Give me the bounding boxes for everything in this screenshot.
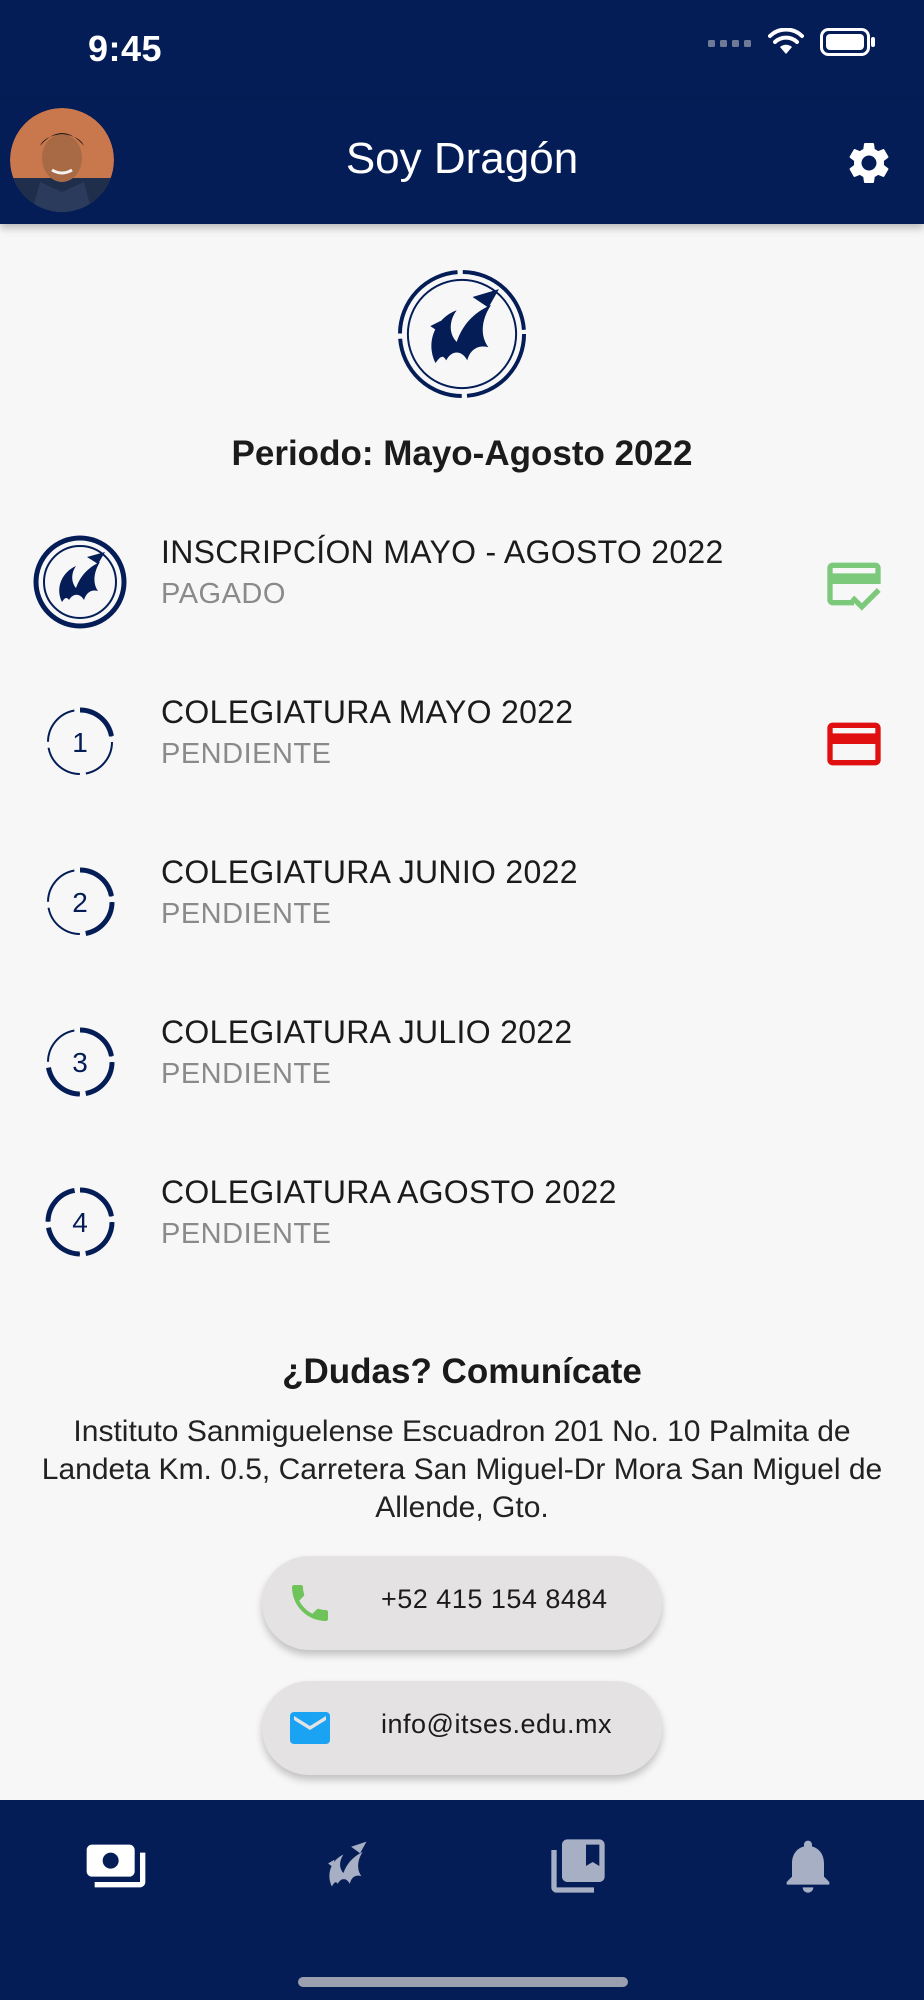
step-4-icon: 4 xyxy=(45,1187,115,1257)
payment-lead: 2 xyxy=(30,852,130,952)
payment-item-junio[interactable]: 2 COLEGIATURA JUNIO 2022 PENDIENTE xyxy=(0,832,924,972)
step-3-icon: 3 xyxy=(45,1027,115,1097)
payment-lead: 4 xyxy=(30,1172,130,1272)
battery-icon xyxy=(820,28,875,56)
payment-status: PAGADO xyxy=(161,578,286,610)
payment-status: PENDIENTE xyxy=(161,738,332,770)
card-check-icon xyxy=(827,562,881,611)
payment-title: COLEGIATURA AGOSTO 2022 xyxy=(161,1174,617,1210)
payment-lead xyxy=(30,532,130,632)
email-button[interactable]: info@itses.edu.mx xyxy=(262,1681,662,1775)
step-number: 1 xyxy=(72,727,88,758)
signal-icon xyxy=(708,40,751,47)
dragon-icon xyxy=(328,1841,367,1887)
period-label: Periodo: Mayo-Agosto 2022 xyxy=(231,434,693,473)
payment-lead: 3 xyxy=(30,1012,130,1112)
status-bar: 9:45 xyxy=(0,0,924,100)
nav-dragon[interactable] xyxy=(314,1834,378,1898)
app-title: Soy Dragón xyxy=(345,134,579,183)
payments-icon xyxy=(86,1844,146,1888)
email-address: info@itses.edu.mx xyxy=(381,1709,612,1739)
payment-trail xyxy=(822,552,886,616)
gear-icon xyxy=(849,142,889,183)
school-logo xyxy=(396,268,528,400)
payment-item-agosto[interactable]: 4 COLEGIATURA AGOSTO 2022 PENDIENTE xyxy=(0,1152,924,1292)
settings-button[interactable] xyxy=(844,138,894,188)
bell-icon xyxy=(786,1840,830,1893)
nav-notifications[interactable] xyxy=(776,1834,840,1898)
phone-button[interactable]: +52 415 154 8484 xyxy=(262,1556,662,1650)
phone-number: +52 415 154 8484 xyxy=(381,1584,608,1614)
status-icons xyxy=(708,28,876,56)
contact-title: ¿Dudas? Comunícate xyxy=(282,1352,642,1391)
payment-status: PENDIENTE xyxy=(161,898,332,930)
payment-item-mayo[interactable]: 1 COLEGIATURA MAYO 2022 PENDIENTE xyxy=(0,672,924,812)
app-bar: Soy Dragón xyxy=(0,100,924,224)
payment-item-julio[interactable]: 3 COLEGIATURA JULIO 2022 PENDIENTE xyxy=(0,992,924,1132)
library-icon xyxy=(551,1839,605,1893)
bottom-nav xyxy=(0,1800,924,2000)
credit-card-icon xyxy=(827,722,881,766)
step-2-icon: 2 xyxy=(47,867,115,937)
nav-payments[interactable] xyxy=(84,1834,148,1898)
phone-icon xyxy=(292,1585,328,1621)
contact-address: Instituto Sanmiguelense Escuadron 201 No… xyxy=(41,1415,883,1524)
mail-icon xyxy=(290,1712,330,1744)
payment-status: PENDIENTE xyxy=(161,1218,332,1250)
status-time: 9:45 xyxy=(88,28,163,69)
dragon-logo-icon xyxy=(397,269,527,399)
payment-status: PENDIENTE xyxy=(161,1058,332,1090)
home-indicator xyxy=(298,1977,628,1987)
nav-library[interactable] xyxy=(546,1834,610,1898)
step-number: 2 xyxy=(72,887,88,918)
payment-item-inscripcion[interactable]: INSCRIPCÍON MAYO - AGOSTO 2022 PAGADO xyxy=(0,512,924,652)
payment-lead: 1 xyxy=(30,692,130,792)
payment-title: COLEGIATURA MAYO 2022 xyxy=(161,694,574,730)
pay-button[interactable] xyxy=(822,712,886,776)
dragon-logo-icon xyxy=(33,535,127,629)
step-number: 3 xyxy=(72,1047,88,1078)
wifi-icon xyxy=(768,28,804,54)
step-number: 4 xyxy=(72,1207,88,1238)
payment-title: COLEGIATURA JULIO 2022 xyxy=(161,1014,573,1050)
step-1-icon: 1 xyxy=(47,707,115,775)
payment-title: INSCRIPCÍON MAYO - AGOSTO 2022 xyxy=(161,534,724,570)
payment-title: COLEGIATURA JUNIO 2022 xyxy=(161,854,578,890)
